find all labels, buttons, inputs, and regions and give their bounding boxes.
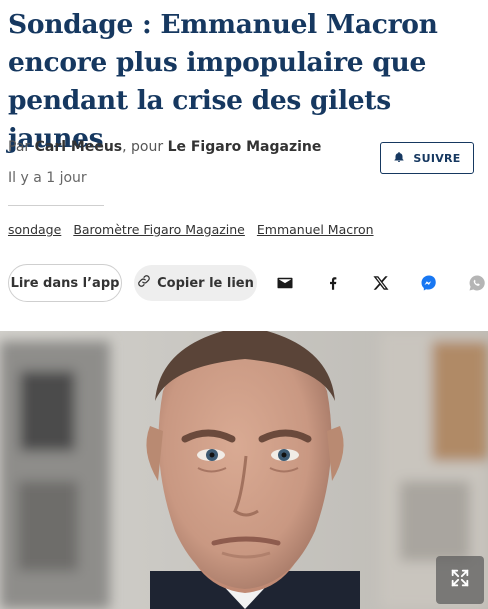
divider [8, 205, 104, 206]
expand-image-button[interactable] [436, 556, 484, 604]
messenger-icon[interactable] [419, 273, 439, 293]
follow-label: SUIVRE [413, 151, 461, 165]
author-link[interactable]: Carl Meeus [35, 139, 123, 155]
byline: Par Carl Meeus, pour Le Figaro Magazine [8, 139, 321, 155]
email-icon[interactable] [275, 273, 295, 293]
facebook-icon[interactable] [323, 273, 343, 293]
expand-icon [449, 567, 471, 593]
tag-link[interactable]: Emmanuel Macron [257, 222, 374, 237]
hero-photo [0, 331, 488, 609]
publish-date: Il y a 1 jour [8, 170, 87, 186]
bell-icon [393, 151, 405, 166]
copy-link-label: Copier le lien [157, 275, 254, 291]
tag-link[interactable]: sondage [8, 222, 61, 237]
action-bar: Lire dans l’app Copier le lien [8, 264, 488, 302]
byline-prefix: Par [8, 139, 35, 155]
x-icon[interactable] [371, 273, 391, 293]
tag-list: sondage Baromètre Figaro Magazine Emmanu… [8, 222, 374, 237]
publication-link[interactable]: Le Figaro Magazine [168, 139, 322, 155]
follow-button[interactable]: SUIVRE [380, 142, 474, 174]
article-headline: Sondage : Emmanuel Macron encore plus im… [8, 9, 438, 154]
link-icon [137, 274, 151, 292]
portrait-illustration [0, 331, 488, 609]
whatsapp-icon[interactable] [467, 273, 487, 293]
byline-middle: , pour [122, 139, 168, 155]
read-in-app-button[interactable]: Lire dans l’app [8, 264, 122, 302]
tag-link[interactable]: Baromètre Figaro Magazine [73, 222, 245, 237]
copy-link-button[interactable]: Copier le lien [134, 265, 257, 301]
